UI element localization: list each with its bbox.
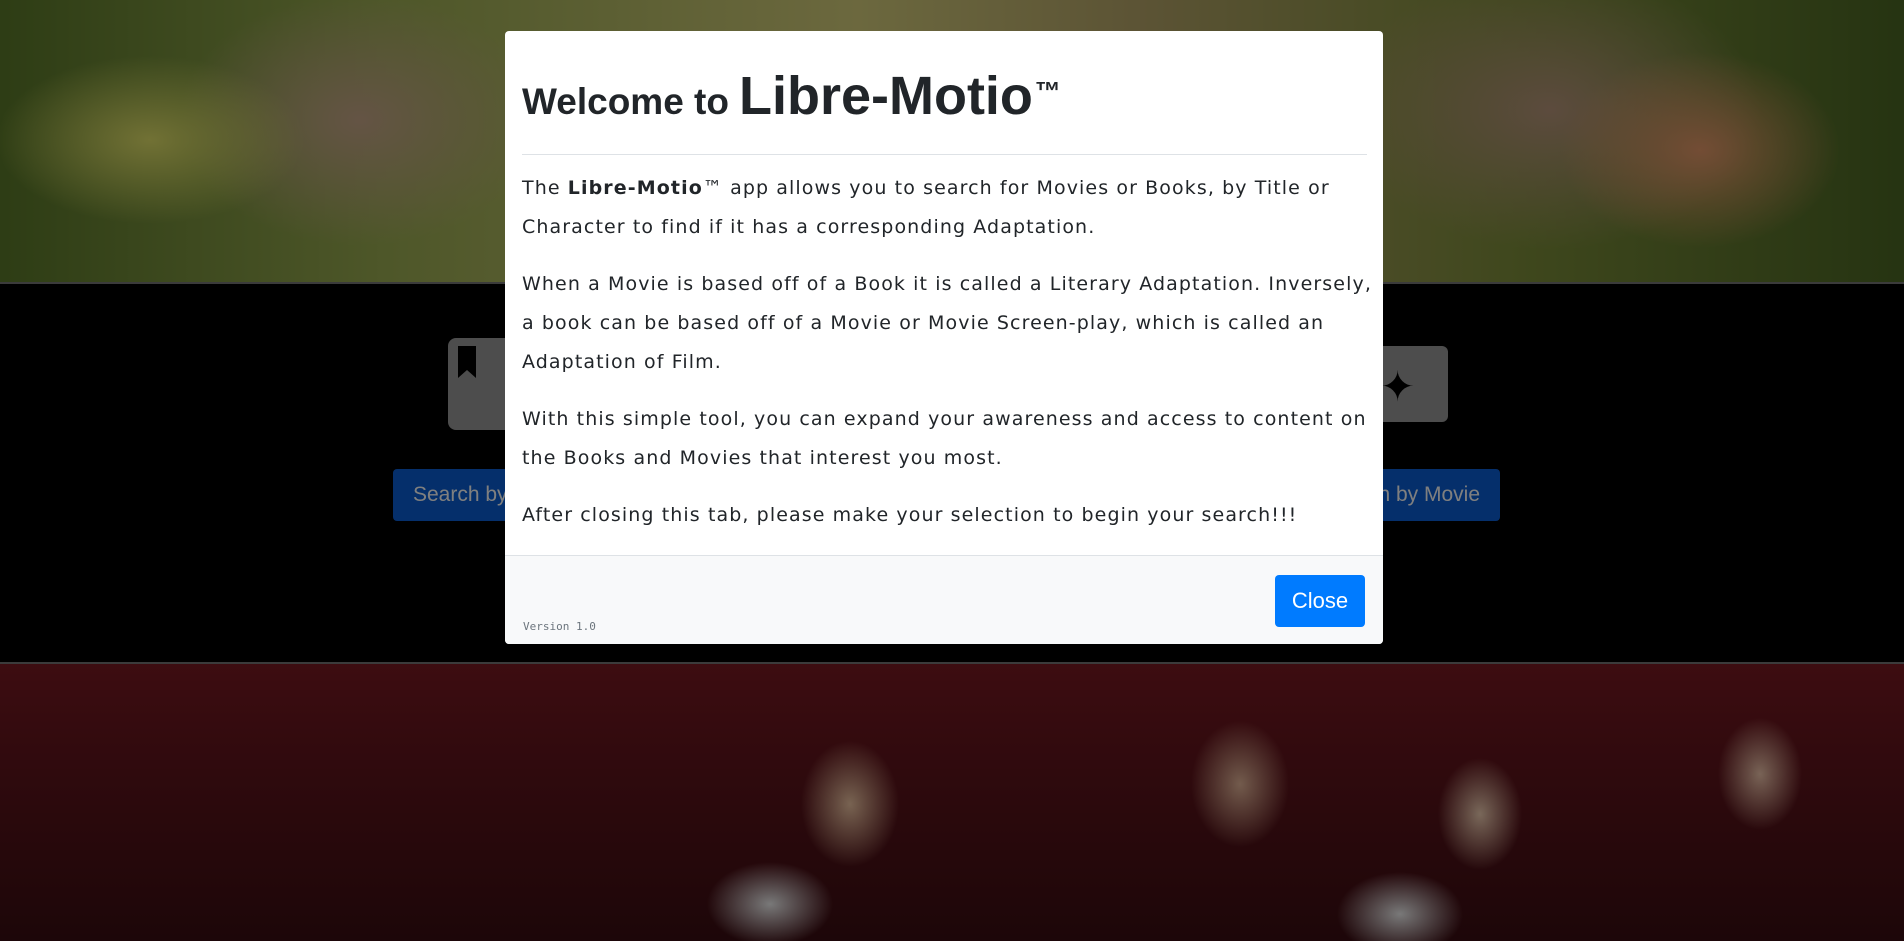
version-label: Version 1.0 bbox=[523, 620, 596, 633]
modal-title: Welcome to Libre-Motio ™ bbox=[522, 65, 1061, 127]
close-button[interactable]: Close bbox=[1275, 575, 1365, 627]
welcome-modal: Welcome to Libre-Motio ™ The Libre-Motio… bbox=[505, 31, 1383, 644]
trademark-symbol: ™ bbox=[1034, 76, 1061, 106]
modal-header: Welcome to Libre-Motio ™ bbox=[522, 31, 1367, 155]
modal-footer: Version 1.0 Close bbox=[505, 555, 1383, 644]
modal-body: The Libre-Motio™ app allows you to searc… bbox=[522, 169, 1372, 535]
tool-paragraph: With this simple tool, you can expand yo… bbox=[522, 408, 1367, 469]
instruction-paragraph: After closing this tab, please make your… bbox=[522, 504, 1298, 526]
intro-paragraph: The Libre-Motio™ app allows you to searc… bbox=[522, 177, 1330, 238]
brand-name: Libre-Motio bbox=[567, 177, 703, 199]
title-brand: Libre-Motio bbox=[738, 66, 1033, 126]
title-prefix: Welcome to bbox=[522, 81, 729, 122]
adaptation-paragraph: When a Movie is based off of a Book it i… bbox=[522, 273, 1372, 373]
